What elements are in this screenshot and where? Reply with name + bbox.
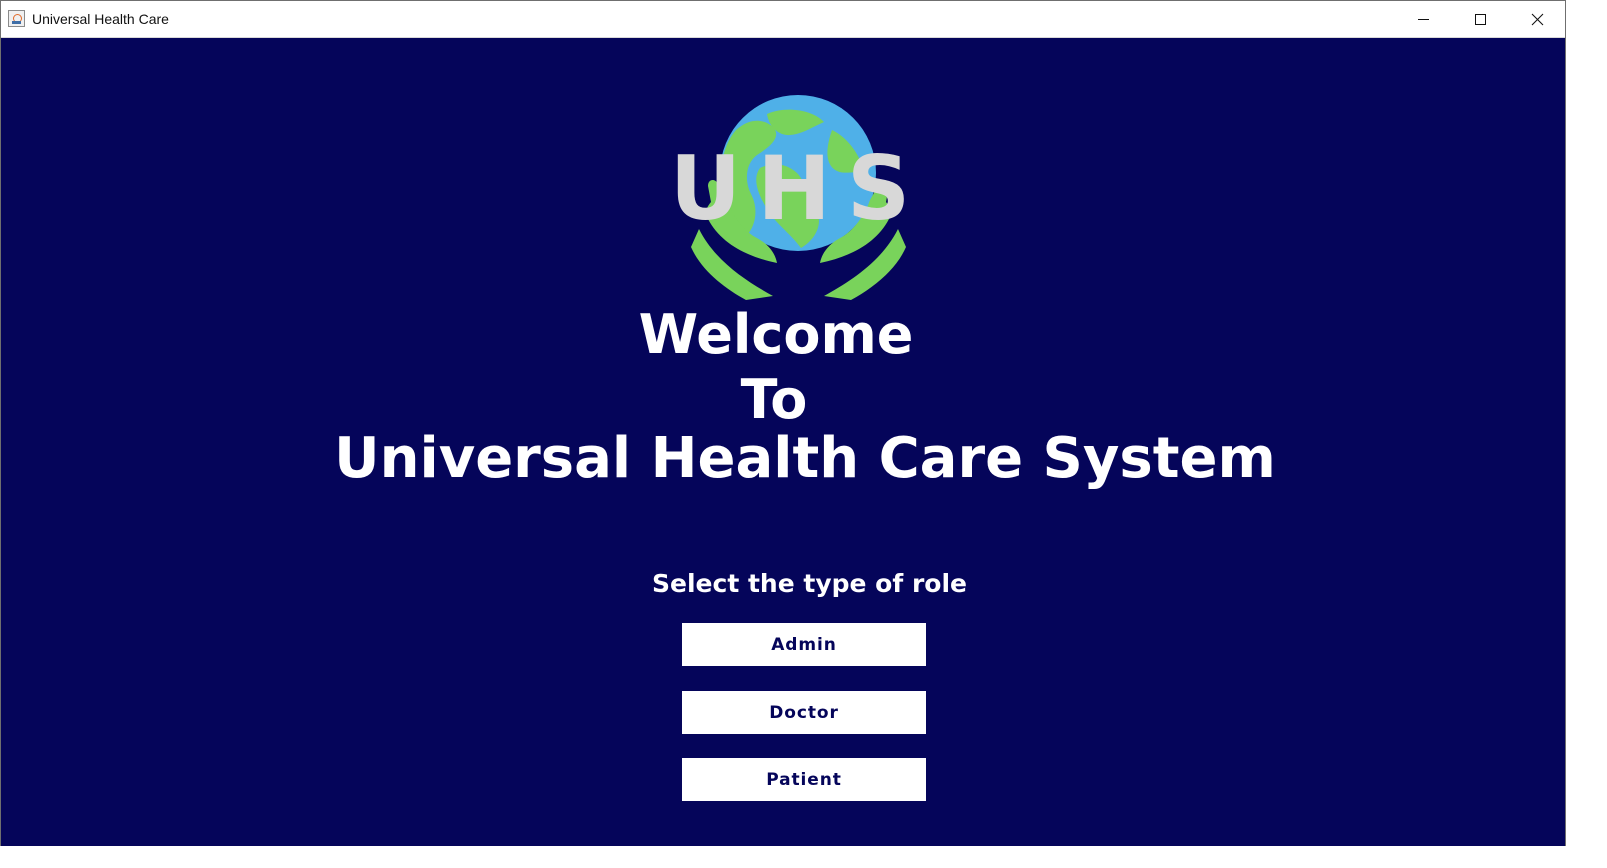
to-heading: To xyxy=(740,368,808,431)
role-selection-prompt: Select the type of role xyxy=(652,569,967,598)
maximize-icon xyxy=(1475,14,1486,25)
patient-button[interactable]: Patient xyxy=(682,758,926,801)
uhs-logo: UHS xyxy=(670,95,926,300)
java-app-icon xyxy=(8,10,25,27)
window-title: Universal Health Care xyxy=(32,11,169,27)
close-icon xyxy=(1531,13,1544,26)
admin-button[interactable]: Admin xyxy=(682,623,926,666)
welcome-screen: UHS Welcome To Universal Health Care Sys… xyxy=(1,38,1565,846)
doctor-button[interactable]: Doctor xyxy=(682,691,926,734)
title-bar[interactable]: Universal Health Care xyxy=(1,1,1565,38)
system-name-heading: Universal Health Care System xyxy=(334,426,1276,491)
maximize-button[interactable] xyxy=(1452,1,1509,38)
minimize-button[interactable] xyxy=(1395,1,1452,38)
logo-text: UHS xyxy=(670,137,926,240)
application-window: Universal Health Care UHS Welcome To Uni… xyxy=(0,0,1566,846)
close-button[interactable] xyxy=(1509,1,1566,38)
welcome-heading: Welcome xyxy=(638,303,914,366)
minimize-icon xyxy=(1418,19,1429,20)
